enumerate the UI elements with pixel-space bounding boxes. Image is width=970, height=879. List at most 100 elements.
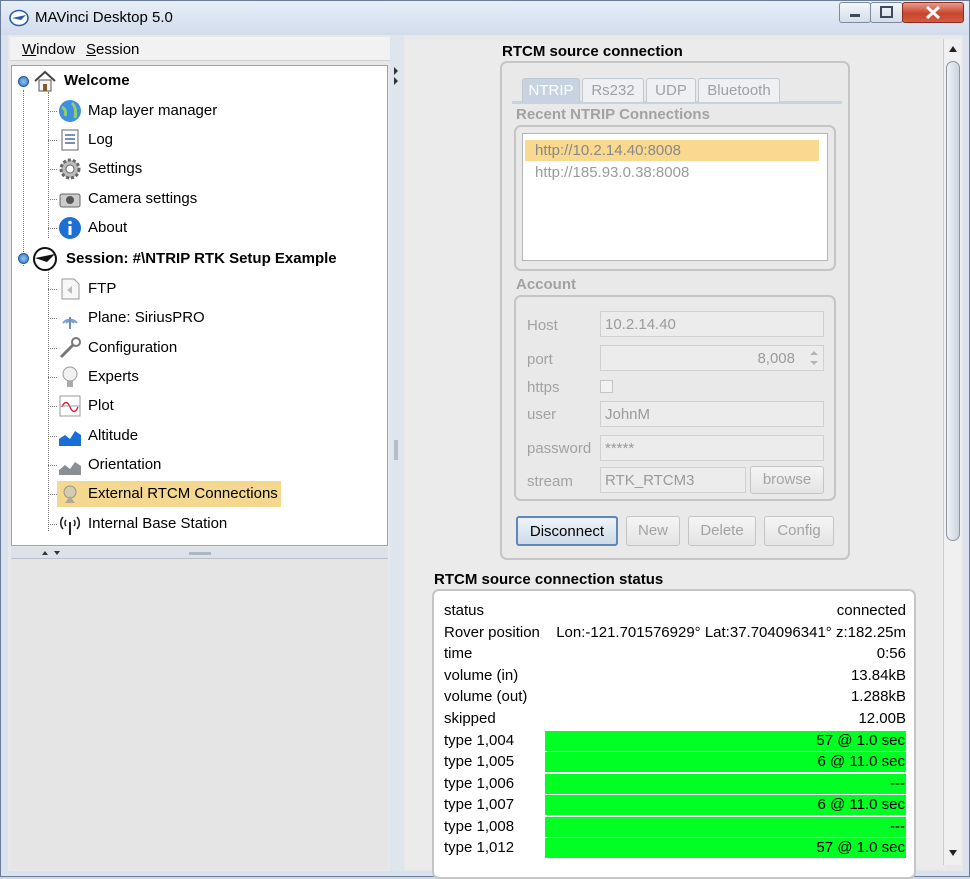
message-rate-bar: 6 @ 11.0 sec — [545, 795, 906, 815]
list-item[interactable]: http://185.93.0.38:8008 — [525, 162, 819, 183]
status-key: Rover position — [444, 624, 540, 641]
tree-item-settings[interactable]: Settings — [57, 156, 197, 182]
user-field[interactable]: JohnM — [600, 401, 824, 427]
tree-item-about[interactable]: About — [57, 215, 177, 241]
message-rate-bar: 6 @ 11.0 sec — [545, 752, 906, 772]
message-rate-bar: 57 @ 1.0 sec — [545, 731, 906, 751]
password-field[interactable]: ***** — [600, 435, 824, 461]
tree-item-ftp[interactable]: FTP — [57, 276, 177, 302]
tab-bluetooth[interactable]: Bluetooth — [698, 78, 780, 102]
port-stepper[interactable]: 8,008 — [600, 345, 824, 371]
status-row: status connected — [444, 601, 906, 622]
scroll-down-icon[interactable] — [947, 847, 959, 859]
status-key: volume (in) — [444, 667, 519, 684]
stream-field[interactable]: RTK_RTCM3 — [600, 467, 746, 493]
account-group: Host 10.2.14.40 port 8,008 https user Jo… — [514, 295, 836, 501]
tab-ntrip[interactable]: NTRIP — [522, 78, 580, 102]
status-value: --- — [890, 818, 905, 835]
camera-icon — [59, 193, 81, 208]
status-row: type 1,006 --- — [444, 774, 906, 795]
new-button[interactable]: New — [626, 516, 680, 546]
tree-item-welcome[interactable]: Welcome — [32, 68, 182, 94]
rtcm-source-panel: NTRIP Rs232 UDP Bluetooth Recent NTRIP C… — [500, 61, 850, 560]
client-area: Window Session Welcome Map layer manager… — [8, 35, 963, 879]
splitter-grip-icon — [394, 67, 398, 460]
status-value: 0:56 — [876, 645, 906, 662]
vertical-splitter[interactable] — [390, 35, 404, 871]
tree-item-camera-settings[interactable]: Camera settings — [57, 186, 237, 212]
tree-item-external-rtcm[interactable]: External RTCM Connections — [57, 481, 281, 507]
radio-tower-icon — [59, 516, 81, 535]
browse-button[interactable]: browse — [750, 466, 824, 494]
recent-connections-title: Recent NTRIP Connections — [516, 106, 710, 123]
status-key: type 1,007 — [444, 796, 515, 813]
list-item[interactable]: http://10.2.14.40:8008 — [525, 140, 819, 161]
menu-bar: Window Session — [10, 37, 394, 61]
stream-label: stream — [527, 473, 573, 490]
lightbulb-icon — [62, 366, 78, 387]
title-bar[interactable]: MAVinci Desktop 5.0 — [1, 1, 969, 35]
menu-session[interactable]: Session — [86, 41, 139, 58]
scroll-up-icon[interactable] — [947, 43, 959, 55]
lower-left-panel — [11, 559, 388, 869]
status-row: type 1,005 6 @ 11.0 sec — [444, 752, 906, 773]
rtcm-panel: RTCM source connection NTRIP Rs232 UDP B… — [405, 39, 945, 879]
tree-item-map-layer-manager[interactable]: Map layer manager — [57, 98, 257, 124]
recent-connections-list[interactable]: http://10.2.14.40:8008 http://185.93.0.3… — [522, 133, 828, 261]
ftp-icon — [61, 278, 80, 300]
scrollbar-thumb[interactable] — [946, 61, 960, 541]
spinner-arrows-icon[interactable] — [805, 347, 823, 369]
tree-item-orientation[interactable]: Orientation — [57, 452, 207, 478]
app-logo-icon — [9, 9, 29, 27]
tree-item-session[interactable]: Session: #\NTRIP RTK Setup Example — [32, 246, 387, 272]
gear-icon — [59, 158, 81, 180]
tree-item-configuration[interactable]: Configuration — [57, 335, 237, 361]
orientation-icon — [59, 462, 81, 475]
tree-item-plot[interactable]: Plot — [57, 393, 177, 419]
status-key: type 1,006 — [444, 775, 515, 792]
menu-window[interactable]: Window — [22, 41, 75, 58]
delete-button[interactable]: Delete — [688, 516, 756, 546]
recent-connections-group: http://10.2.14.40:8008 http://185.93.0.3… — [514, 125, 836, 271]
tree-expander-welcome[interactable] — [18, 76, 29, 87]
status-row: time 0:56 — [444, 644, 906, 665]
horizontal-splitter[interactable] — [11, 547, 388, 559]
https-checkbox[interactable] — [600, 380, 613, 393]
port-label: port — [527, 351, 553, 368]
https-label: https — [527, 379, 560, 396]
status-value: 12.00B — [858, 710, 906, 727]
window-title: MAVinci Desktop 5.0 — [35, 9, 173, 26]
status-key: type 1,004 — [444, 732, 515, 749]
tree-item-internal-base-station[interactable]: Internal Base Station — [57, 511, 257, 537]
host-field[interactable]: 10.2.14.40 — [600, 311, 824, 337]
password-label: password — [527, 440, 592, 457]
status-value: Lon:-121.701576929° Lat:37.704096341° z:… — [556, 624, 906, 641]
tree-item-altitude[interactable]: Altitude — [57, 423, 187, 449]
status-panel: status connected Rover position Lon:-121.7… — [432, 589, 916, 879]
tab-udp[interactable]: UDP — [646, 78, 696, 102]
plane-icon — [33, 247, 57, 271]
status-key: type 1,012 — [444, 839, 515, 856]
disconnect-button[interactable]: Disconnect — [516, 516, 618, 546]
maximize-button[interactable] — [870, 2, 903, 23]
host-label: Host — [527, 317, 558, 334]
message-rate-bar: --- — [545, 817, 906, 837]
config-button[interactable]: Config — [764, 516, 834, 546]
close-button[interactable] — [902, 2, 964, 23]
antenna-icon — [62, 317, 78, 329]
status-key: volume (out) — [444, 688, 528, 705]
minimize-button[interactable] — [839, 2, 871, 23]
vertical-scrollbar[interactable] — [943, 39, 961, 865]
status-row: type 1,012 57 @ 1.0 sec — [444, 838, 906, 859]
navigation-tree[interactable]: Welcome Map layer manager Log Settings C… — [11, 65, 388, 546]
status-value: 6 @ 11.0 sec — [817, 796, 906, 813]
tree-expander-session[interactable] — [18, 253, 29, 264]
status-row: volume (out) 1.288kB — [444, 687, 906, 708]
message-rate-bar: 57 @ 1.0 sec — [545, 838, 906, 858]
tree-item-plane[interactable]: Plane: SiriusPRO — [57, 305, 247, 331]
tree-item-experts[interactable]: Experts — [57, 364, 197, 390]
app-window: MAVinci Desktop 5.0 Window Session Welco… — [0, 0, 970, 879]
status-value: 6 @ 11.0 sec — [817, 753, 906, 770]
tree-item-log[interactable]: Log — [57, 127, 177, 153]
tab-rs232[interactable]: Rs232 — [582, 78, 644, 102]
